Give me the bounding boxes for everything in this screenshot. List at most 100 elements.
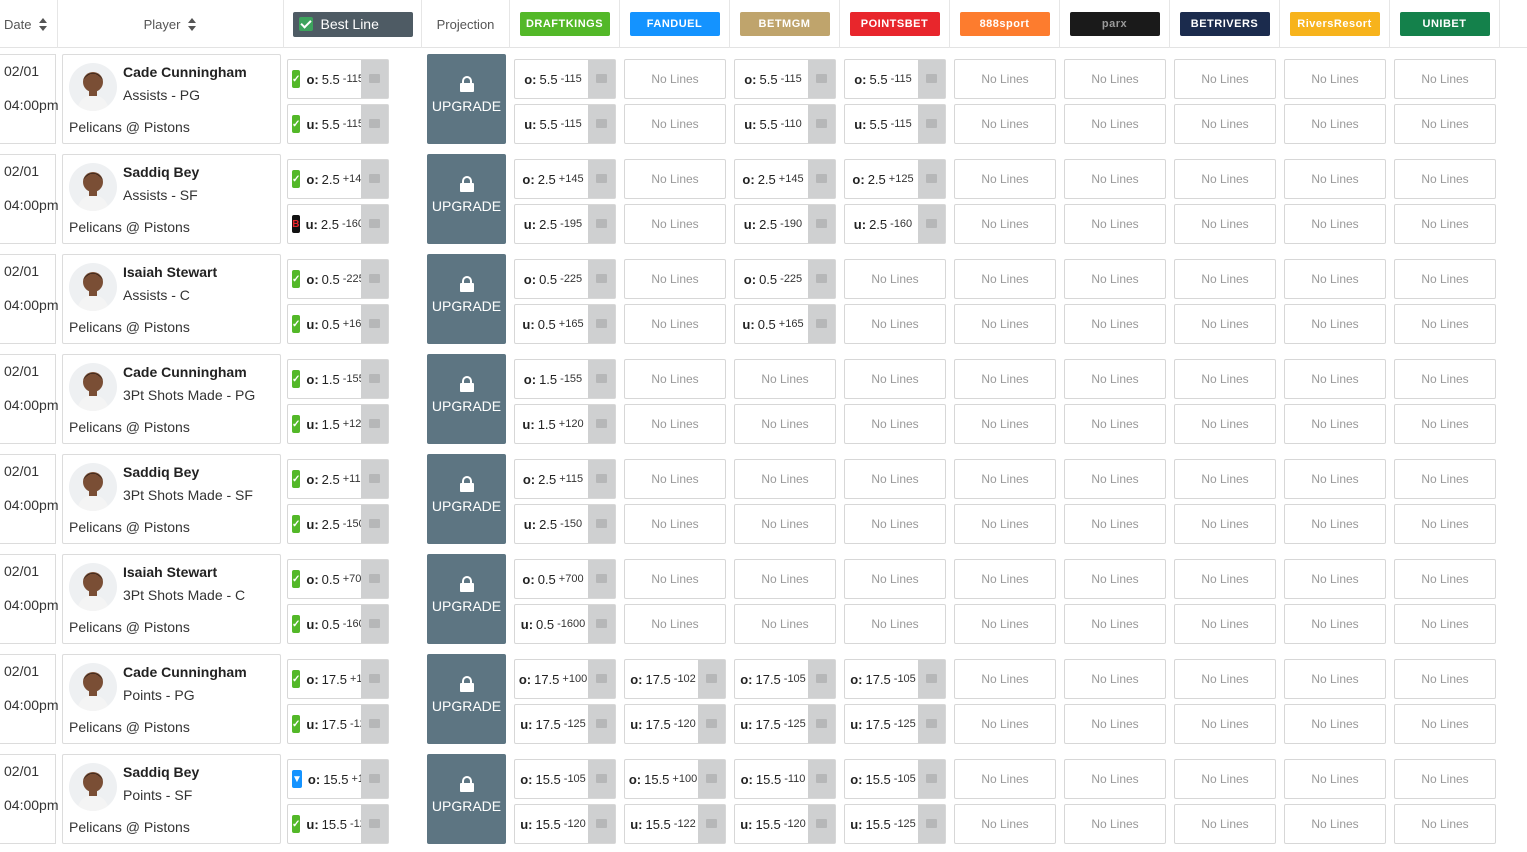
odds-cell[interactable]: o: 2.5 +115 — [514, 459, 616, 499]
player-name[interactable]: Saddiq Bey — [123, 464, 199, 480]
add-bet-button[interactable] — [808, 160, 835, 198]
no-lines-cell[interactable]: No Lines — [844, 559, 946, 599]
no-lines-cell[interactable]: No Lines — [1064, 459, 1166, 499]
odds-cell[interactable]: o: 0.5 -225 — [734, 259, 836, 299]
add-bet-button[interactable] — [918, 805, 945, 843]
no-lines-cell[interactable]: No Lines — [1174, 59, 1276, 99]
player-cell[interactable]: Saddiq Bey 3Pt Shots Made - SF Pelicans @ … — [62, 454, 281, 544]
no-lines-cell[interactable]: No Lines — [1284, 359, 1386, 399]
no-lines-cell[interactable]: No Lines — [1064, 159, 1166, 199]
odds-cell[interactable]: ✓ u: 1.5 +120 — [287, 404, 389, 444]
no-lines-cell[interactable]: No Lines — [1284, 504, 1386, 544]
odds-cell[interactable]: ✓ u: 0.5 +165 — [287, 304, 389, 344]
upgrade-button[interactable]: UPGRADE — [427, 354, 506, 444]
add-bet-button[interactable] — [918, 660, 945, 698]
no-lines-cell[interactable]: No Lines — [1394, 459, 1496, 499]
odds-cell[interactable]: ✓ u: 2.5 -150 — [287, 504, 389, 544]
no-lines-cell[interactable]: No Lines — [624, 504, 726, 544]
add-bet-button[interactable] — [588, 560, 615, 598]
odds-cell[interactable]: u: 17.5 -125 — [734, 704, 836, 744]
player-name[interactable]: Cade Cunningham — [123, 664, 247, 680]
odds-cell[interactable]: ✓u:15.5-120 — [287, 804, 389, 844]
no-lines-cell[interactable]: No Lines — [624, 304, 726, 344]
no-lines-cell[interactable]: No Lines — [954, 259, 1056, 299]
odds-cell[interactable]: o: 0.5 -225 — [514, 259, 616, 299]
odds-cell[interactable]: ✓ o: 2.5 +115 — [287, 459, 389, 499]
odds-cell[interactable]: u: 2.5 -150 — [514, 504, 616, 544]
odds-cell[interactable]: u: 15.5 -122 — [624, 804, 726, 844]
no-lines-cell[interactable]: No Lines — [1394, 359, 1496, 399]
no-lines-cell[interactable]: No Lines — [1064, 504, 1166, 544]
odds-cell[interactable]: o: 5.5 -115 — [844, 59, 946, 99]
odds-cell[interactable]: u: 2.5 -195 — [514, 204, 616, 244]
no-lines-cell[interactable]: No Lines — [624, 604, 726, 644]
add-bet-button[interactable] — [361, 760, 388, 798]
odds-cell[interactable]: o: 15.5 +100 — [624, 759, 726, 799]
no-lines-cell[interactable]: No Lines — [1284, 404, 1386, 444]
no-lines-cell[interactable]: No Lines — [1174, 404, 1276, 444]
odds-cell[interactable]: ✓ u: 5.5 -115 — [287, 104, 389, 144]
no-lines-cell[interactable]: No Lines — [1174, 559, 1276, 599]
add-bet-button[interactable] — [361, 405, 388, 443]
add-bet-button[interactable] — [361, 560, 388, 598]
add-bet-button[interactable] — [588, 805, 615, 843]
add-bet-button[interactable] — [918, 705, 945, 743]
add-bet-button[interactable] — [918, 60, 945, 98]
no-lines-cell[interactable]: No Lines — [1064, 59, 1166, 99]
odds-cell[interactable]: ✓ o: 5.5 -115 — [287, 59, 389, 99]
no-lines-cell[interactable]: No Lines — [624, 159, 726, 199]
sportsbook-logo[interactable]: 888sport — [959, 12, 1050, 36]
add-bet-button[interactable] — [361, 205, 388, 243]
player-name[interactable]: Isaiah Stewart — [123, 564, 217, 580]
sort-icon[interactable] — [39, 17, 48, 31]
odds-cell[interactable]: o: 1.5 -155 — [514, 359, 616, 399]
no-lines-cell[interactable]: No Lines — [734, 459, 836, 499]
no-lines-cell[interactable]: No Lines — [734, 604, 836, 644]
sportsbook-logo[interactable]: DRAFTKINGS — [519, 12, 610, 36]
odds-cell[interactable]: u: 1.5 +120 — [514, 404, 616, 444]
no-lines-cell[interactable]: No Lines — [954, 304, 1056, 344]
no-lines-cell[interactable]: No Lines — [1394, 159, 1496, 199]
add-bet-button[interactable] — [808, 260, 835, 298]
odds-cell[interactable]: ✓ o: 1.5 -155 — [287, 359, 389, 399]
no-lines-cell[interactable]: No Lines — [624, 204, 726, 244]
add-bet-button[interactable] — [918, 205, 945, 243]
no-lines-cell[interactable]: No Lines — [734, 359, 836, 399]
add-bet-button[interactable] — [588, 705, 615, 743]
add-bet-button[interactable] — [808, 305, 835, 343]
no-lines-cell[interactable]: No Lines — [1284, 104, 1386, 144]
no-lines-cell[interactable]: No Lines — [1174, 759, 1276, 799]
no-lines-cell[interactable]: No Lines — [1394, 804, 1496, 844]
no-lines-cell[interactable]: No Lines — [844, 359, 946, 399]
no-lines-cell[interactable]: No Lines — [624, 259, 726, 299]
no-lines-cell[interactable]: No Lines — [1174, 704, 1276, 744]
no-lines-cell[interactable]: No Lines — [1064, 759, 1166, 799]
add-bet-button[interactable] — [918, 760, 945, 798]
no-lines-cell[interactable]: No Lines — [1064, 559, 1166, 599]
player-cell[interactable]: Cade Cunningham Points - PG Pelicans @ Pis… — [62, 654, 281, 744]
no-lines-cell[interactable]: No Lines — [1174, 504, 1276, 544]
no-lines-cell[interactable]: No Lines — [1394, 559, 1496, 599]
player-name[interactable]: Isaiah Stewart — [123, 264, 217, 280]
add-bet-button[interactable] — [588, 160, 615, 198]
no-lines-cell[interactable]: No Lines — [1284, 204, 1386, 244]
add-bet-button[interactable] — [361, 460, 388, 498]
player-cell[interactable]: Saddiq Bey Points - SF Pelicans @ Pistons — [62, 754, 281, 844]
no-lines-cell[interactable]: No Lines — [1284, 804, 1386, 844]
odds-cell[interactable]: o: 15.5 -105 — [844, 759, 946, 799]
add-bet-button[interactable] — [698, 760, 725, 798]
no-lines-cell[interactable]: No Lines — [844, 504, 946, 544]
add-bet-button[interactable] — [808, 705, 835, 743]
add-bet-button[interactable] — [808, 60, 835, 98]
no-lines-cell[interactable]: No Lines — [1174, 804, 1276, 844]
player-cell[interactable]: Isaiah Stewart 3Pt Shots Made - C Pelicans… — [62, 554, 281, 644]
no-lines-cell[interactable]: No Lines — [954, 459, 1056, 499]
add-bet-button[interactable] — [808, 805, 835, 843]
odds-cell[interactable]: u: 0.5 +165 — [514, 304, 616, 344]
player-column-header[interactable]: Player — [58, 0, 284, 48]
add-bet-button[interactable] — [588, 60, 615, 98]
upgrade-button[interactable]: UPGRADE — [427, 254, 506, 344]
no-lines-cell[interactable]: No Lines — [1284, 159, 1386, 199]
no-lines-cell[interactable]: No Lines — [1064, 259, 1166, 299]
no-lines-cell[interactable]: No Lines — [954, 759, 1056, 799]
